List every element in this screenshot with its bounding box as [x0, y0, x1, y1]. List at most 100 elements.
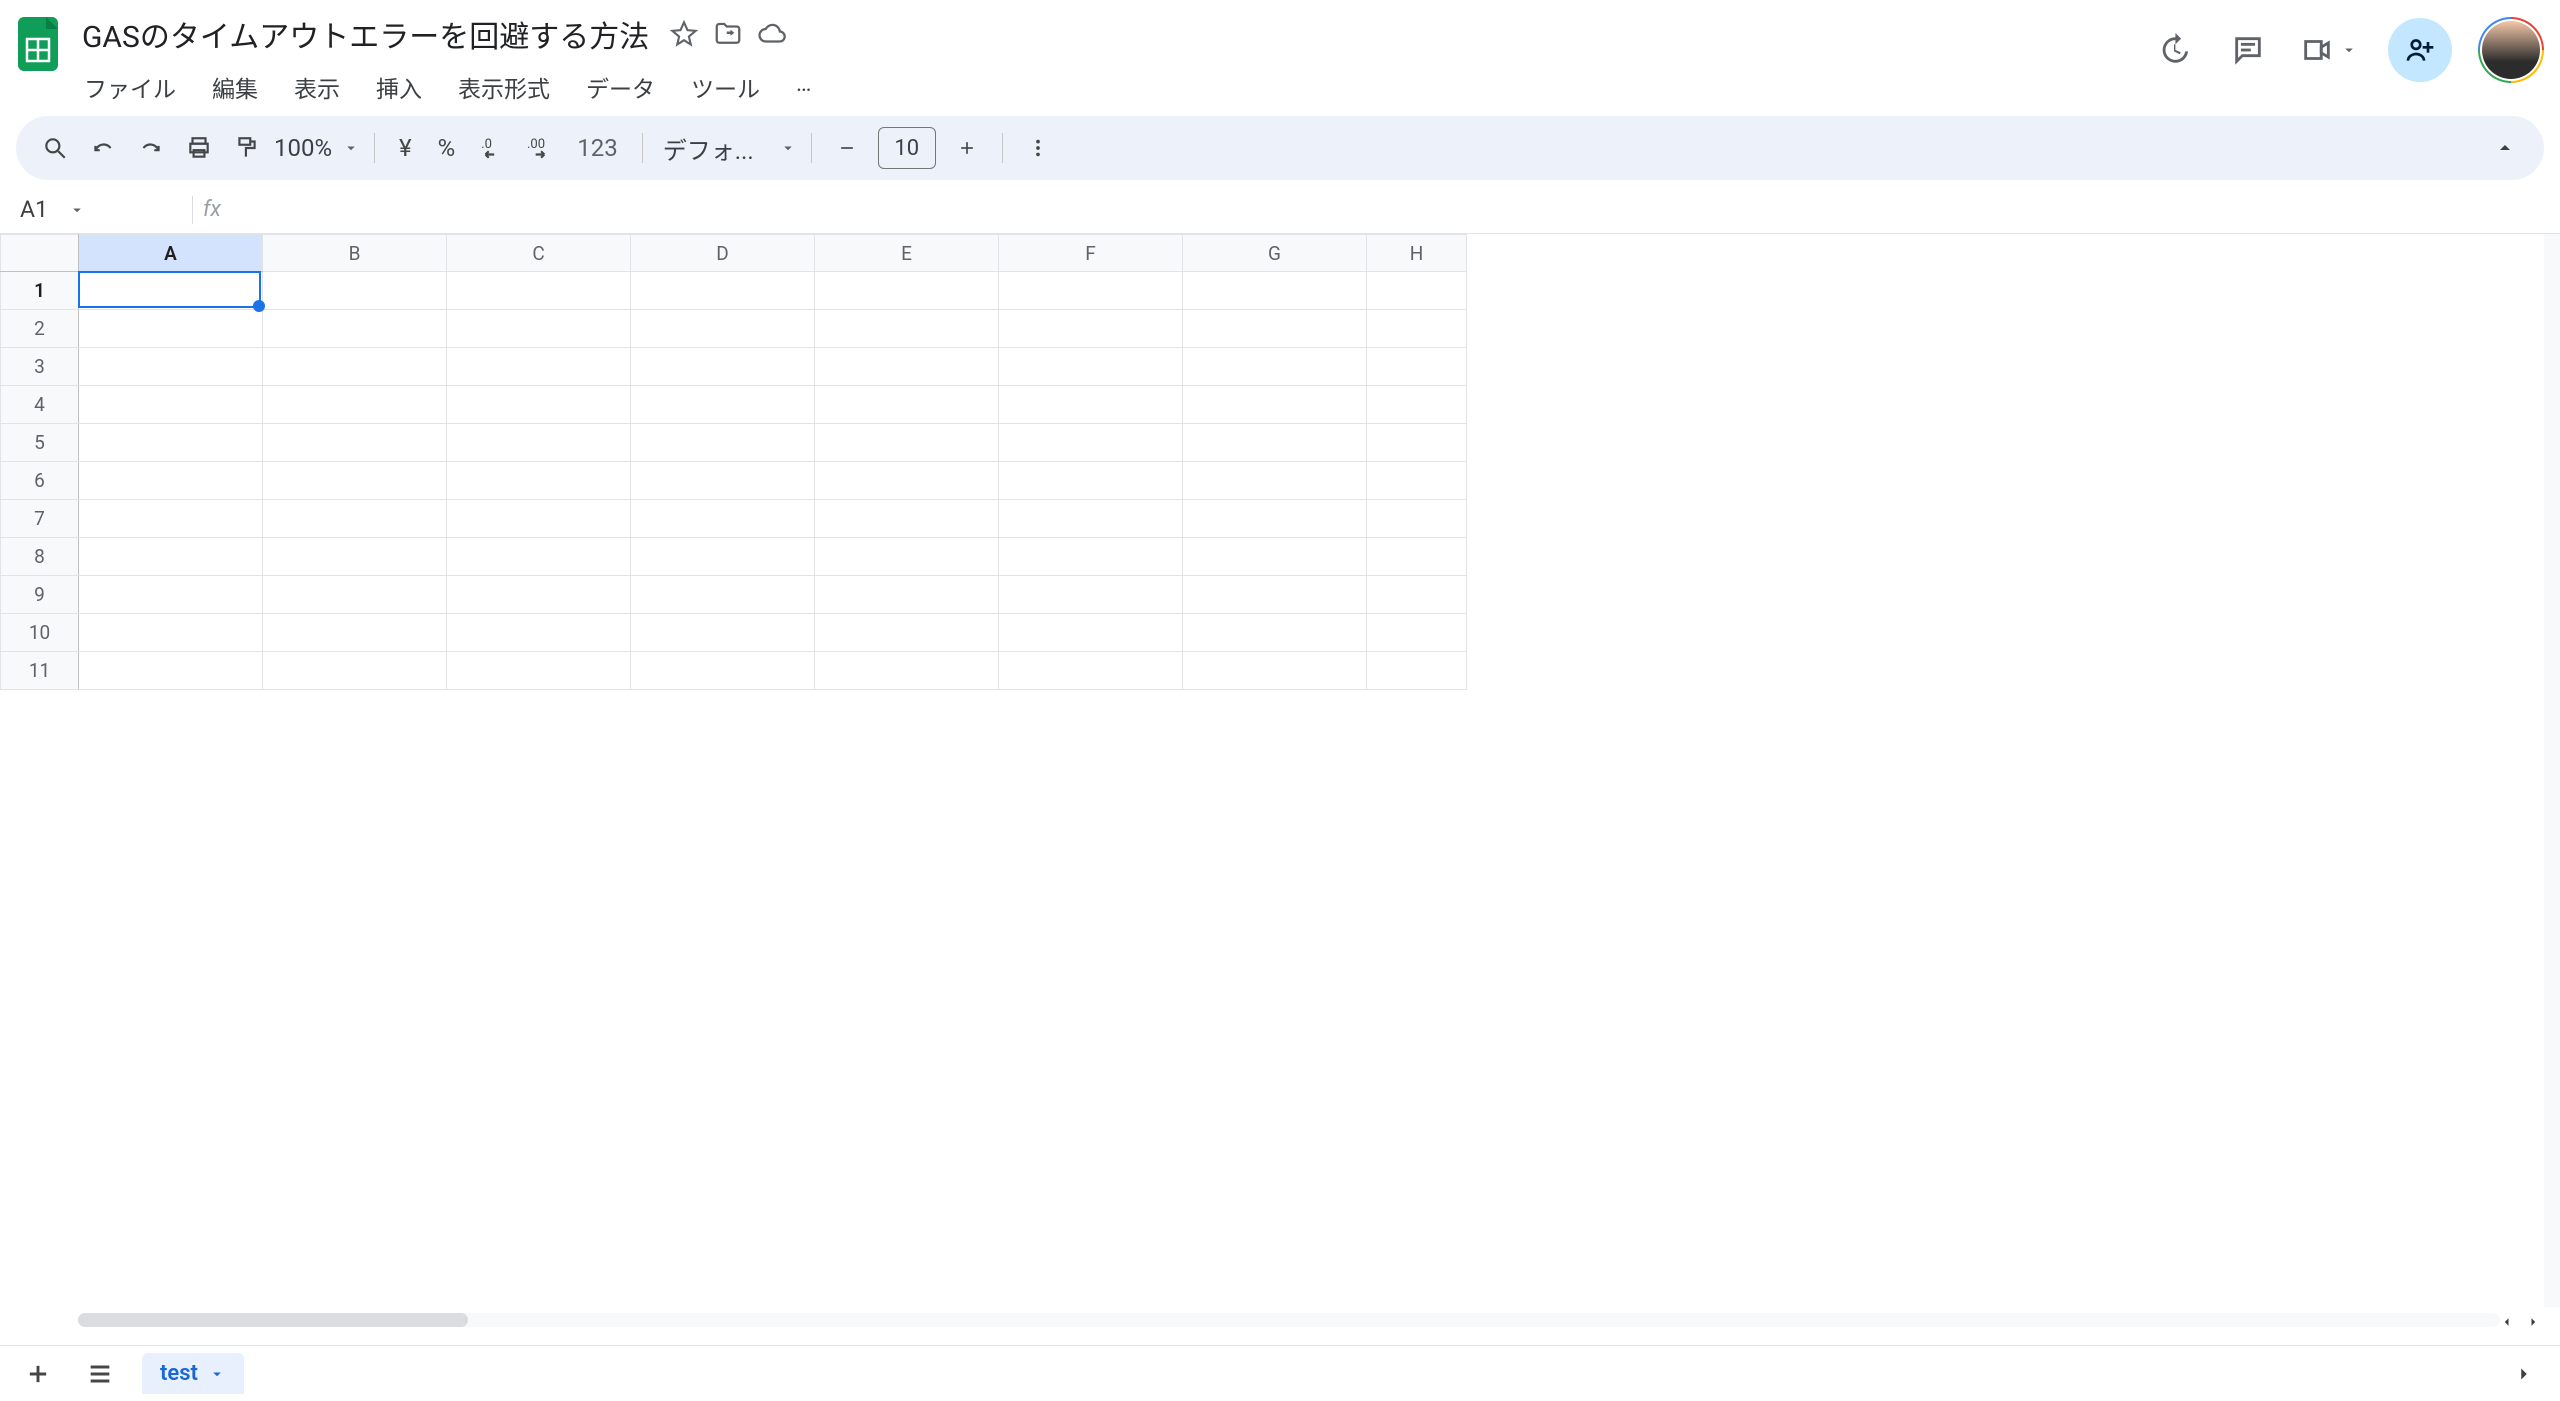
- grid-scroll[interactable]: ABCDEFGH1234567891011: [0, 234, 2544, 1307]
- cell[interactable]: [447, 272, 631, 310]
- formula-input[interactable]: [229, 186, 2560, 233]
- sheets-logo[interactable]: [12, 8, 64, 80]
- cell[interactable]: [447, 310, 631, 348]
- star-icon[interactable]: [669, 19, 699, 49]
- print-icon[interactable]: [178, 127, 220, 169]
- row-header[interactable]: 11: [1, 652, 79, 690]
- cell[interactable]: [263, 462, 447, 500]
- menu-file[interactable]: ファイル: [80, 68, 180, 106]
- cell[interactable]: [999, 424, 1183, 462]
- cell[interactable]: [263, 538, 447, 576]
- cell[interactable]: [1367, 652, 1467, 690]
- font-size-decrease[interactable]: [826, 127, 868, 169]
- row-header[interactable]: 5: [1, 424, 79, 462]
- comments-icon[interactable]: [2226, 28, 2270, 72]
- collapse-toolbar-icon[interactable]: [2484, 127, 2526, 169]
- cell[interactable]: [79, 538, 263, 576]
- cell[interactable]: [263, 348, 447, 386]
- cell[interactable]: [631, 652, 815, 690]
- row-header[interactable]: 10: [1, 614, 79, 652]
- account-avatar[interactable]: [2482, 21, 2540, 79]
- add-sheet-button[interactable]: [18, 1354, 58, 1394]
- cell[interactable]: [631, 348, 815, 386]
- cell[interactable]: [263, 424, 447, 462]
- cell[interactable]: [1183, 348, 1367, 386]
- cell[interactable]: [815, 462, 999, 500]
- cell[interactable]: [1183, 310, 1367, 348]
- increase-decimal-button[interactable]: .00: [519, 127, 561, 169]
- menu-edit[interactable]: 編集: [208, 68, 262, 106]
- cell[interactable]: [447, 652, 631, 690]
- cell[interactable]: [79, 386, 263, 424]
- cell[interactable]: [263, 500, 447, 538]
- sheet-tab-active[interactable]: test: [142, 1353, 244, 1394]
- cell[interactable]: [999, 614, 1183, 652]
- name-box[interactable]: A1: [0, 196, 182, 223]
- font-size-increase[interactable]: [946, 127, 988, 169]
- row-header[interactable]: 9: [1, 576, 79, 614]
- scroll-left-icon[interactable]: [2496, 1311, 2518, 1333]
- number-format-button[interactable]: 123: [567, 127, 627, 169]
- cell[interactable]: [815, 614, 999, 652]
- cell[interactable]: [1183, 538, 1367, 576]
- menu-tools[interactable]: ツール: [687, 68, 764, 106]
- cell[interactable]: [999, 538, 1183, 576]
- menu-data[interactable]: データ: [582, 68, 659, 106]
- cell[interactable]: [815, 310, 999, 348]
- cell[interactable]: [447, 386, 631, 424]
- cell[interactable]: [631, 576, 815, 614]
- row-header[interactable]: 6: [1, 462, 79, 500]
- cell[interactable]: [1183, 500, 1367, 538]
- cell[interactable]: [79, 310, 263, 348]
- cell[interactable]: [1183, 576, 1367, 614]
- more-toolbar-icon[interactable]: [1017, 127, 1059, 169]
- cell[interactable]: [79, 462, 263, 500]
- cell[interactable]: [1183, 614, 1367, 652]
- cell[interactable]: [815, 500, 999, 538]
- hscroll-thumb[interactable]: [78, 1313, 468, 1327]
- row-header[interactable]: 2: [1, 310, 79, 348]
- currency-button[interactable]: ¥: [389, 127, 422, 169]
- row-header[interactable]: 3: [1, 348, 79, 386]
- cell[interactable]: [263, 576, 447, 614]
- cell[interactable]: [263, 614, 447, 652]
- spreadsheet-grid[interactable]: ABCDEFGH1234567891011: [0, 234, 1467, 690]
- cell[interactable]: [1183, 272, 1367, 310]
- cell[interactable]: [79, 500, 263, 538]
- move-icon[interactable]: [713, 19, 743, 49]
- cell[interactable]: [815, 272, 999, 310]
- cell[interactable]: [1367, 386, 1467, 424]
- undo-icon[interactable]: [82, 127, 124, 169]
- row-header[interactable]: 1: [1, 272, 79, 310]
- cell[interactable]: [631, 614, 815, 652]
- cell[interactable]: [815, 652, 999, 690]
- cell[interactable]: [447, 538, 631, 576]
- decrease-decimal-button[interactable]: .0: [471, 127, 513, 169]
- cell[interactable]: [79, 424, 263, 462]
- cell[interactable]: [999, 576, 1183, 614]
- cell[interactable]: [999, 500, 1183, 538]
- cell[interactable]: [79, 348, 263, 386]
- cell[interactable]: [263, 386, 447, 424]
- cell[interactable]: [1367, 462, 1467, 500]
- cell[interactable]: [1367, 538, 1467, 576]
- col-header[interactable]: A: [79, 235, 263, 272]
- cell[interactable]: [447, 500, 631, 538]
- history-icon[interactable]: [2152, 28, 2196, 72]
- cell[interactable]: [447, 424, 631, 462]
- cell[interactable]: [79, 272, 263, 310]
- cell[interactable]: [999, 310, 1183, 348]
- cell[interactable]: [1367, 424, 1467, 462]
- cell[interactable]: [1183, 462, 1367, 500]
- cell[interactable]: [263, 652, 447, 690]
- cell[interactable]: [631, 424, 815, 462]
- font-select[interactable]: デフォ...: [657, 131, 797, 166]
- col-header[interactable]: G: [1183, 235, 1367, 272]
- cloud-status-icon[interactable]: [757, 19, 787, 49]
- cell[interactable]: [447, 614, 631, 652]
- cell[interactable]: [263, 310, 447, 348]
- doc-title[interactable]: GASのタイムアウトエラーを回避する方法: [76, 10, 655, 58]
- cell[interactable]: [1367, 310, 1467, 348]
- cell[interactable]: [79, 576, 263, 614]
- meet-button[interactable]: [2300, 33, 2358, 67]
